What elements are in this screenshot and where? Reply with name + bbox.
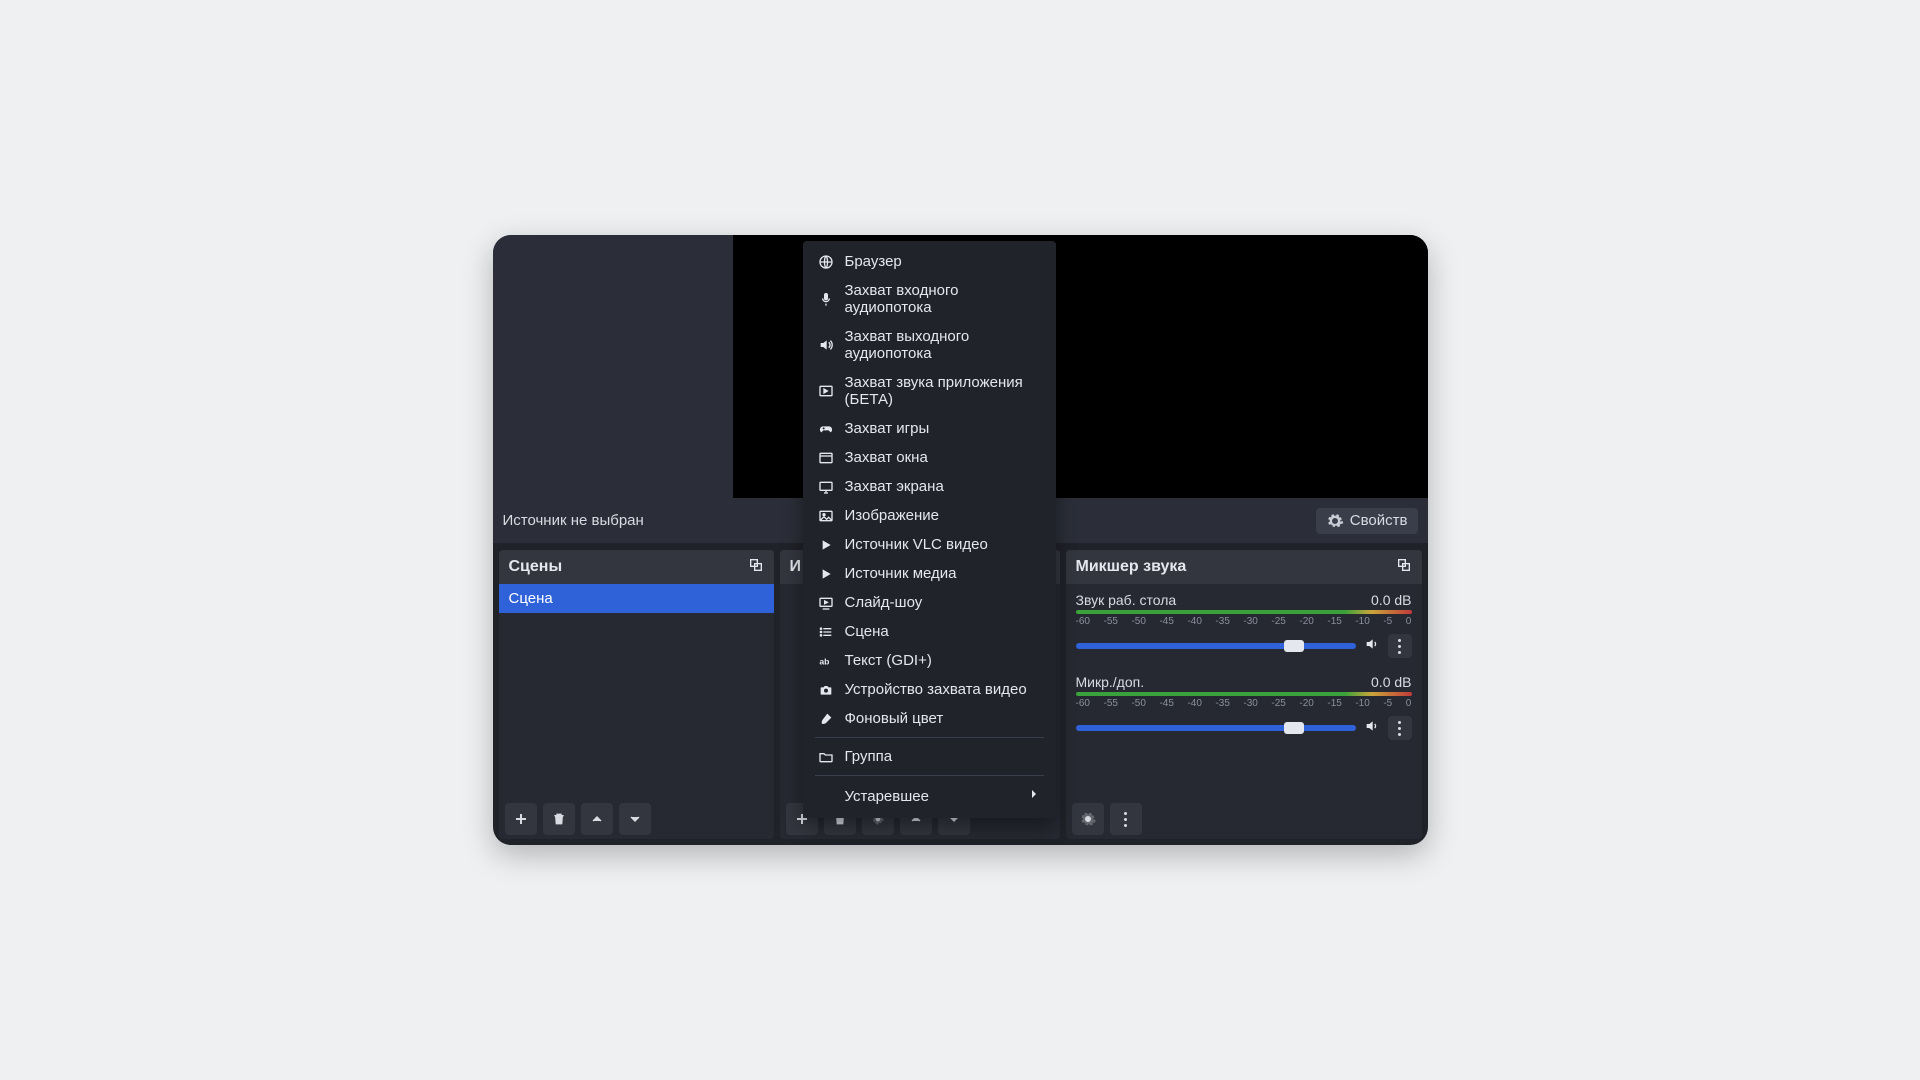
mixer-body: Звук раб. стола 0.0 dB -60-55-50-45-40-3… <box>1066 584 1422 799</box>
menu-item-label: Слайд-шоу <box>845 594 923 611</box>
mixer-menu-button[interactable] <box>1110 803 1142 835</box>
properties-label: Свойств <box>1350 512 1408 529</box>
folder-icon <box>817 749 835 765</box>
brush-icon <box>817 711 835 727</box>
volume-slider[interactable] <box>1076 725 1356 731</box>
menu-item-deprecated[interactable]: Устаревшее <box>803 780 1056 812</box>
channel-level: 0.0 dB <box>1371 674 1411 690</box>
speaker-icon <box>817 337 835 353</box>
menu-item-text[interactable]: ab Текст (GDI+) <box>803 646 1056 675</box>
move-scene-down-button[interactable] <box>619 803 651 835</box>
globe-icon <box>817 254 835 270</box>
mic-icon <box>817 291 835 307</box>
menu-item-play[interactable]: Источник VLC видео <box>803 530 1056 559</box>
image-icon <box>817 508 835 524</box>
properties-button[interactable]: Свойств <box>1316 508 1418 534</box>
scenes-panel: Сцены Сцена <box>499 550 774 839</box>
menu-item-label: Захват игры <box>845 420 930 437</box>
move-scene-up-button[interactable] <box>581 803 613 835</box>
menu-item-label: Устройство захвата видео <box>845 681 1027 698</box>
menu-separator <box>815 737 1044 738</box>
menu-item-slideshow[interactable]: Слайд-шоу <box>803 588 1056 617</box>
menu-item-label: Устаревшее <box>845 788 929 805</box>
menu-item-image[interactable]: Изображение <box>803 501 1056 530</box>
scene-item[interactable]: Сцена <box>499 584 774 613</box>
menu-item-label: Изображение <box>845 507 940 524</box>
menu-item-label: Захват входного аудиопотока <box>845 282 1042 316</box>
delete-scene-button[interactable] <box>543 803 575 835</box>
menu-item-group[interactable]: Группа <box>803 742 1056 771</box>
gamepad-icon <box>817 421 835 437</box>
menu-item-globe[interactable]: Браузер <box>803 247 1056 276</box>
add-scene-button[interactable] <box>505 803 537 835</box>
window-icon <box>817 450 835 466</box>
menu-item-camera[interactable]: Устройство захвата видео <box>803 675 1056 704</box>
speaker-icon[interactable] <box>1364 718 1380 739</box>
mixer-channel: Микр./доп. 0.0 dB -60-55-50-45-40-35-30-… <box>1076 674 1412 740</box>
obs-window: Источник не выбран Свойств Сцены Сцена <box>493 235 1428 845</box>
popout-icon[interactable] <box>1396 557 1412 578</box>
menu-item-label: Группа <box>845 748 893 765</box>
menu-item-label: Захват окна <box>845 449 928 466</box>
speaker-icon[interactable] <box>1364 636 1380 657</box>
slideshow-icon <box>817 595 835 611</box>
menu-item-app-audio[interactable]: Захват звука приложения (БЕТА) <box>803 368 1056 414</box>
menu-item-window[interactable]: Захват окна <box>803 443 1056 472</box>
chevron-right-icon <box>1026 786 1042 806</box>
volume-meter: -60-55-50-45-40-35-30-25-20-15-10-50 <box>1076 692 1412 714</box>
menu-item-label: Текст (GDI+) <box>845 652 932 669</box>
menu-item-label: Источник медиа <box>845 565 957 582</box>
menu-separator <box>815 775 1044 776</box>
menu-item-label: Захват звука приложения (БЕТА) <box>845 374 1042 408</box>
mixer-channel: Звук раб. стола 0.0 dB -60-55-50-45-40-3… <box>1076 592 1412 658</box>
menu-item-label: Источник VLC видео <box>845 536 988 553</box>
menu-item-label: Захват выходного аудиопотока <box>845 328 1042 362</box>
app-audio-icon <box>817 383 835 399</box>
channel-name: Микр./доп. <box>1076 674 1145 690</box>
menu-item-play[interactable]: Источник медиа <box>803 559 1056 588</box>
list-icon <box>817 624 835 640</box>
channel-menu-button[interactable] <box>1388 634 1412 658</box>
mixer-panel: Микшер звука Звук раб. стола 0.0 dB -60-… <box>1066 550 1422 839</box>
mixer-settings-button[interactable] <box>1072 803 1104 835</box>
text-icon: ab <box>817 653 835 669</box>
svg-text:ab: ab <box>819 656 829 666</box>
scenes-title: Сцены <box>509 558 563 576</box>
play-icon <box>817 566 835 582</box>
play-icon <box>817 537 835 553</box>
menu-item-label: Захват экрана <box>845 478 944 495</box>
channel-level: 0.0 dB <box>1371 592 1411 608</box>
scenes-header: Сцены <box>499 550 774 584</box>
channel-menu-button[interactable] <box>1388 716 1412 740</box>
mixer-title: Микшер звука <box>1076 558 1187 576</box>
menu-item-gamepad[interactable]: Захват игры <box>803 414 1056 443</box>
display-icon <box>817 479 835 495</box>
channel-name: Звук раб. стола <box>1076 592 1177 608</box>
scenes-footer <box>499 799 774 839</box>
volume-meter: -60-55-50-45-40-35-30-25-20-15-10-50 <box>1076 610 1412 632</box>
gear-icon <box>1326 512 1344 530</box>
menu-item-list[interactable]: Сцена <box>803 617 1056 646</box>
menu-item-speaker[interactable]: Захват выходного аудиопотока <box>803 322 1056 368</box>
mixer-footer <box>1066 799 1422 839</box>
menu-item-label: Сцена <box>845 623 889 640</box>
popout-icon[interactable] <box>748 557 764 578</box>
menu-item-display[interactable]: Захват экрана <box>803 472 1056 501</box>
scenes-list: Сцена <box>499 584 774 799</box>
menu-item-mic[interactable]: Захват входного аудиопотока <box>803 276 1056 322</box>
mixer-header: Микшер звука <box>1066 550 1422 584</box>
menu-item-label: Фоновый цвет <box>845 710 944 727</box>
source-status-text: Источник не выбран <box>503 512 644 529</box>
sources-title-partial: И <box>790 558 802 576</box>
menu-item-brush[interactable]: Фоновый цвет <box>803 704 1056 733</box>
volume-slider[interactable] <box>1076 643 1356 649</box>
add-source-context-menu: Браузер Захват входного аудиопотока Захват… <box>803 241 1056 818</box>
camera-icon <box>817 682 835 698</box>
menu-item-label: Браузер <box>845 253 902 270</box>
